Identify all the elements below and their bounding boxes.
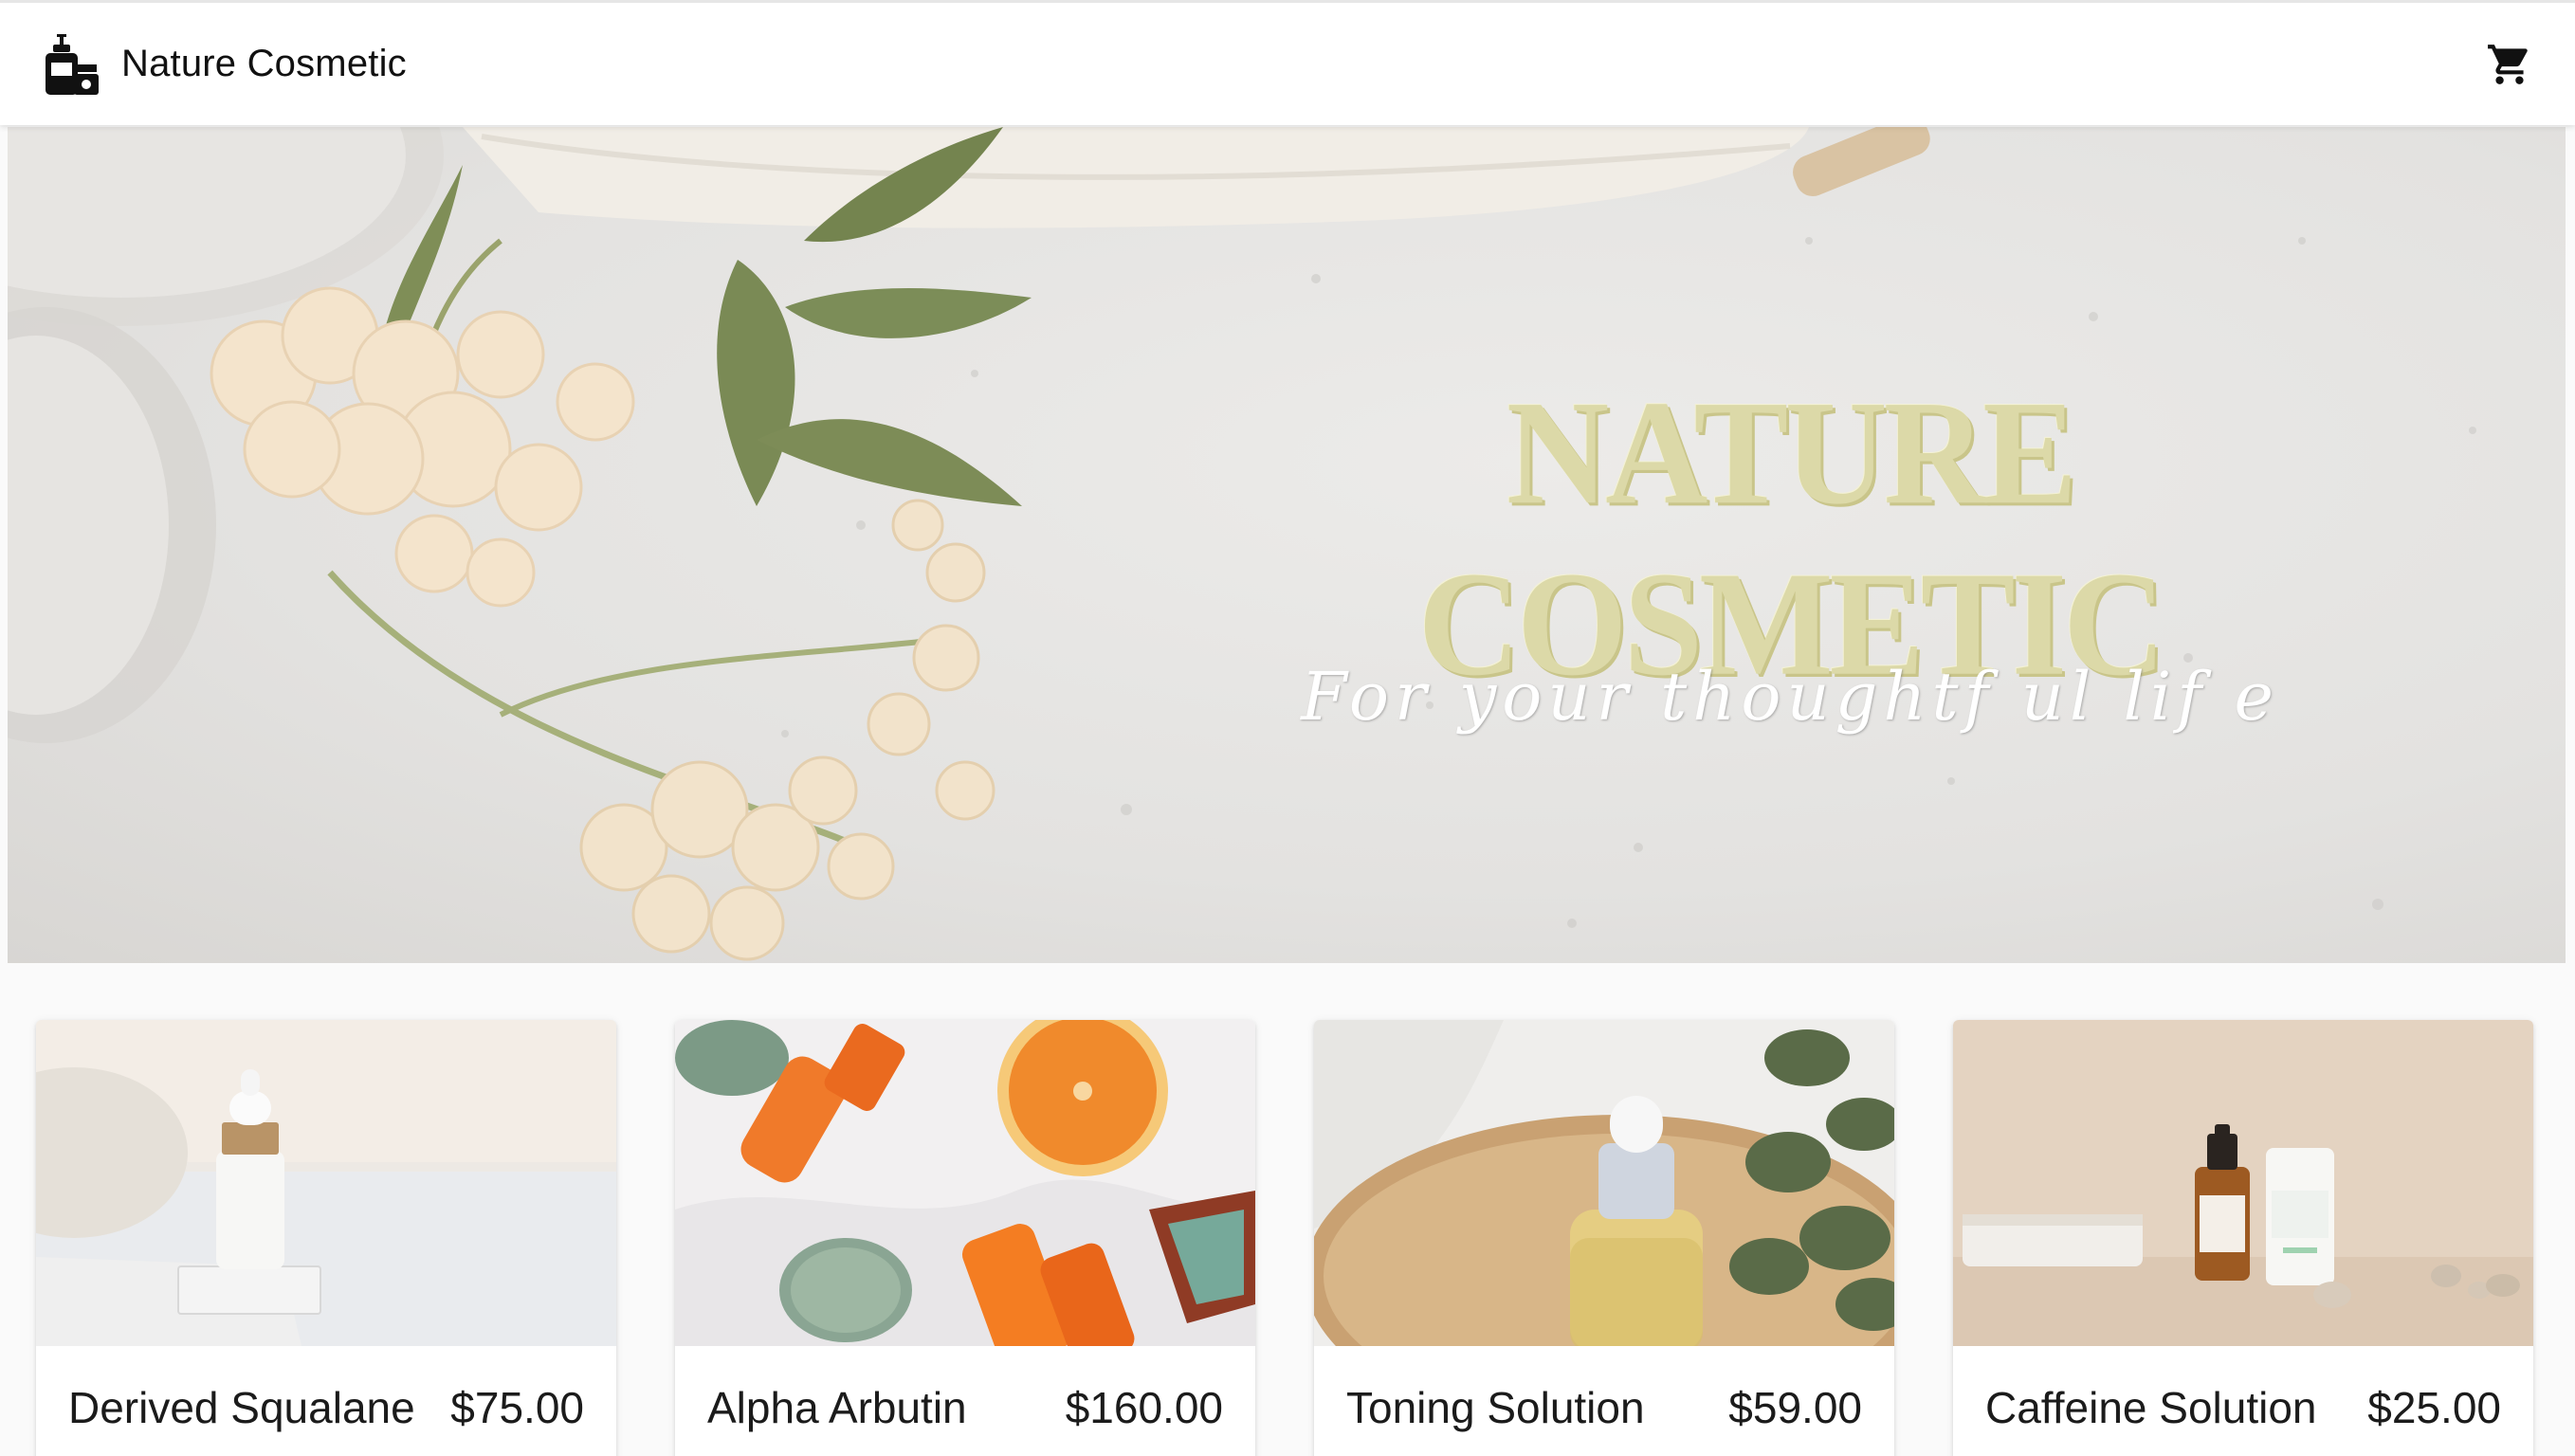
product-image: [675, 1020, 1255, 1346]
product-card[interactable]: Toning Solution $59.00: [1314, 1020, 1894, 1456]
product-card[interactable]: Alpha Arbutin $160.00: [675, 1020, 1255, 1456]
product-name: Caffeine Solution: [1985, 1383, 2317, 1432]
product-info: Toning Solution $59.00: [1314, 1346, 1894, 1456]
product-info: Derived Squalane $75.00: [36, 1346, 616, 1456]
product-info: Alpha Arbutin $160.00: [675, 1346, 1255, 1456]
product-name: Toning Solution: [1346, 1383, 1645, 1432]
product-info: Caffeine Solution $25.00: [1953, 1346, 2533, 1456]
product-grid: Derived Squalane $75.00 Alpha Arbutin $1…: [36, 1020, 2539, 1456]
product-card[interactable]: Derived Squalane $75.00: [36, 1020, 616, 1456]
product-image: [1953, 1020, 2533, 1346]
app-title: Nature Cosmetic: [121, 43, 407, 84]
product-image: [36, 1020, 616, 1346]
shopping-cart-icon[interactable]: [2486, 41, 2533, 88]
hero-banner: NATURE COSMETIC For your thoughtf ul lif…: [8, 127, 2566, 963]
hero-subtitle: For your thoughtf ul lif e: [1301, 658, 2279, 736]
product-name: Derived Squalane: [68, 1383, 415, 1432]
product-card[interactable]: Caffeine Solution $25.00: [1953, 1020, 2533, 1456]
product-price: $75.00: [450, 1383, 584, 1432]
brand[interactable]: Nature Cosmetic: [42, 32, 407, 97]
product-name: Alpha Arbutin: [707, 1383, 967, 1432]
product-price: $59.00: [1728, 1383, 1862, 1432]
product-price: $160.00: [1065, 1383, 1223, 1432]
product-image: [1314, 1020, 1894, 1346]
app-bar: Nature Cosmetic: [0, 0, 2575, 125]
product-price: $25.00: [2367, 1383, 2501, 1432]
cosmetics-logo-icon: [46, 33, 99, 95]
